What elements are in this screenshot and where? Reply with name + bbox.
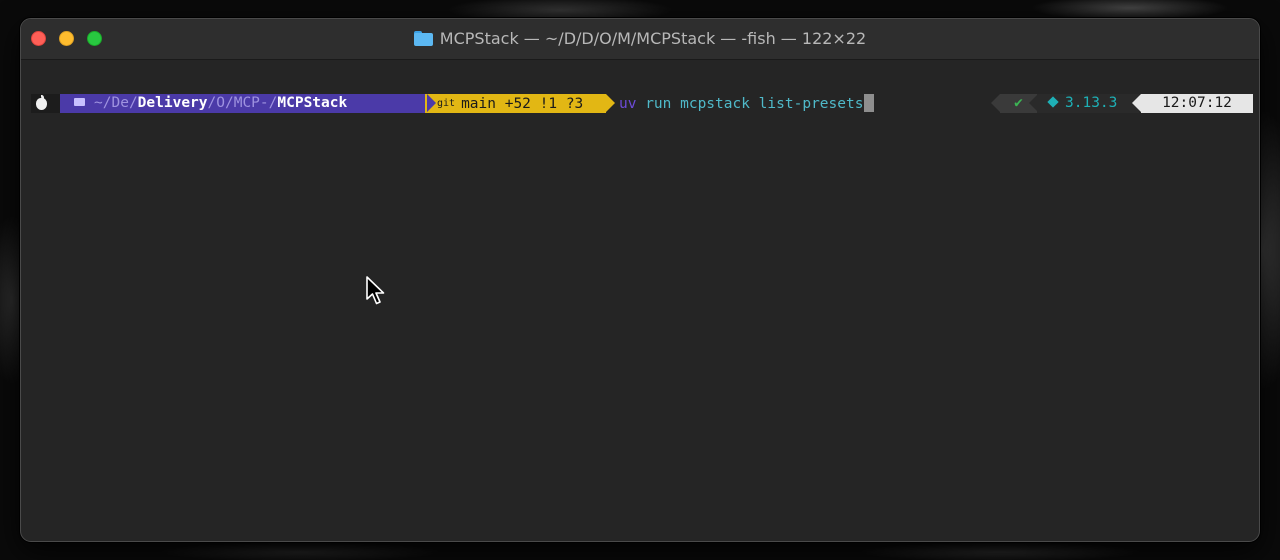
- path-home: ~/: [94, 95, 112, 111]
- path-part: De: [111, 95, 129, 111]
- git-icon: git: [437, 98, 456, 109]
- prompt-path-segment: ~/De/Delivery/O/MCP-/MCPStack: [60, 94, 427, 113]
- text-cursor: [864, 94, 875, 112]
- git-status: +52 !1 ?3: [504, 96, 584, 112]
- mouse-pointer-icon: [366, 276, 385, 305]
- folder-icon: [413, 31, 433, 46]
- window-title: MCPStack — ~/D/D/O/M/MCPStack — -fish — …: [439, 29, 867, 48]
- python-icon: [1047, 96, 1059, 108]
- path-current-dir: MCPStack: [277, 95, 348, 111]
- apple-icon: [36, 95, 47, 110]
- git-branch: main: [461, 96, 496, 112]
- prompt-time: 12:07:12: [1141, 94, 1253, 113]
- prompt-line: ~/De/Delivery/O/MCP-/MCPStack git main +5…: [31, 94, 1253, 113]
- powerline-separator: [51, 94, 60, 112]
- folder-icon: [74, 98, 85, 106]
- path-part: Delivery: [137, 95, 208, 111]
- terminal-window[interactable]: MCPStack — ~/D/D/O/M/MCPStack — -fish — …: [20, 18, 1260, 542]
- python-version-segment: 3.13.3: [1037, 94, 1139, 113]
- path-separator: /: [128, 95, 138, 111]
- title-bar[interactable]: MCPStack — ~/D/D/O/M/MCPStack — -fish — …: [21, 19, 1259, 60]
- path-part: MCP-: [233, 95, 269, 111]
- python-version: 3.13.3: [1065, 95, 1118, 111]
- powerline-separator: [606, 94, 615, 112]
- terminal-content[interactable]: ~/De/Delivery/O/MCP-/MCPStack git main +5…: [21, 60, 1259, 541]
- window-title-container: MCPStack — ~/D/D/O/M/MCPStack — -fish — …: [21, 29, 1259, 49]
- prompt-git-segment: git main +52 !1 ?3: [425, 94, 606, 113]
- command-args: run mcpstack list-presets: [636, 96, 864, 112]
- powerline-separator: [427, 94, 436, 112]
- path-separator: /O/: [207, 95, 234, 111]
- powerline-separator: [991, 94, 1000, 112]
- powerline-separator: [1132, 94, 1141, 112]
- command-program: uv: [619, 96, 637, 112]
- command-input[interactable]: uv run mcpstack list-presets: [619, 94, 875, 114]
- right-prompt: ✔ 3.13.3 12:07:12: [991, 94, 1253, 113]
